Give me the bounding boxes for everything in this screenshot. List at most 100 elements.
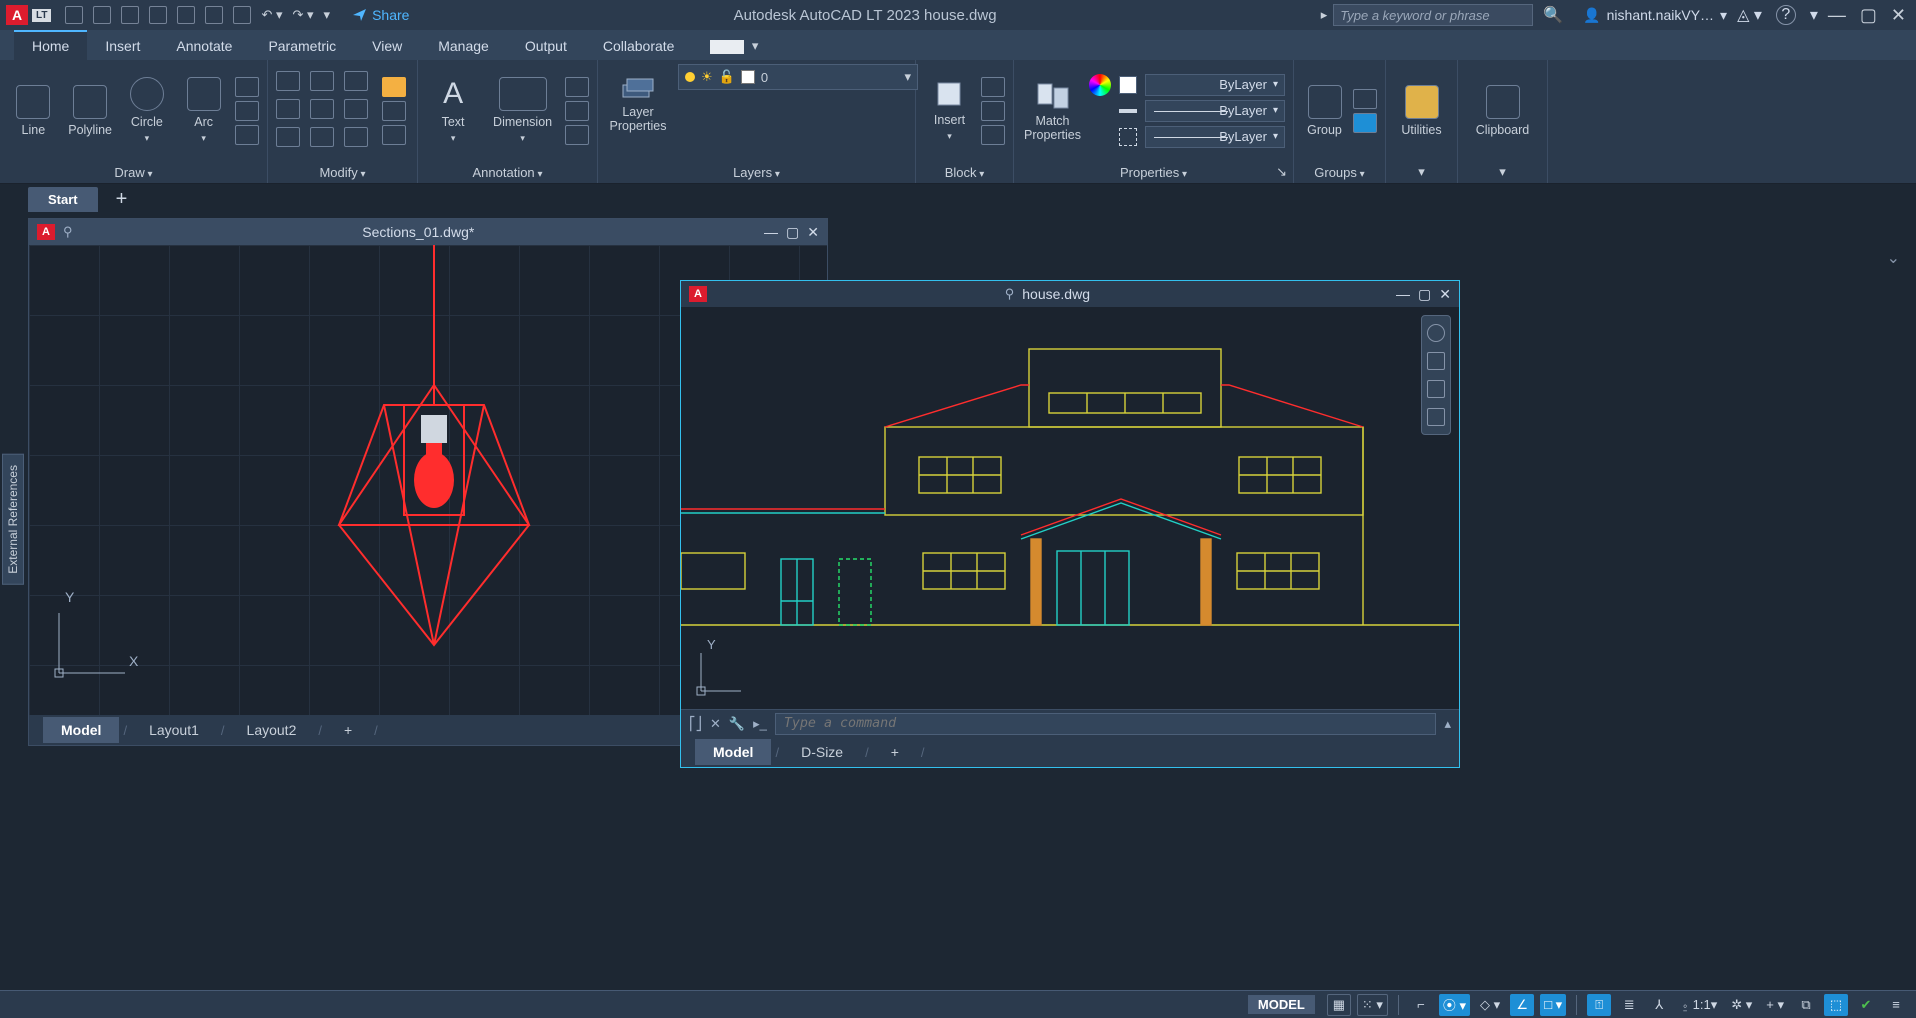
ungroup-icon[interactable] [1353, 89, 1377, 109]
draw-small-1[interactable] [235, 77, 259, 97]
minimize-button[interactable]: — [1828, 5, 1846, 26]
fillet-icon[interactable] [344, 99, 368, 119]
stretch-icon[interactable] [276, 127, 300, 147]
navbar-zoom-icon[interactable] [1427, 380, 1445, 398]
tab-output[interactable]: Output [507, 32, 585, 60]
block-attr-icon[interactable] [981, 125, 1005, 145]
doc1-tab-layout1[interactable]: Layout1 [131, 717, 217, 743]
new-file-tab-button[interactable]: + [116, 188, 128, 211]
panel-properties-launcher-icon[interactable]: ↘ [1276, 164, 1287, 180]
move-icon[interactable] [276, 71, 300, 91]
color-combo[interactable]: ByLayer [1145, 74, 1285, 96]
tab-insert[interactable]: Insert [87, 32, 158, 60]
ann-small-3[interactable] [565, 125, 589, 145]
layer-prev-icon[interactable] [716, 120, 744, 142]
doc2-maximize-button[interactable]: ▢ [1418, 286, 1431, 303]
copy-icon[interactable] [276, 99, 300, 119]
panel-modify-caption[interactable]: Modify [319, 165, 365, 180]
status-snap-icon[interactable]: ⁙ ▾ [1357, 994, 1388, 1016]
search-icon[interactable]: 🔍 [1543, 5, 1563, 25]
doc2-pin-icon[interactable]: ⚲ [715, 286, 1014, 302]
match-properties-button[interactable]: Match Properties [1022, 80, 1083, 142]
tab-annotate[interactable]: Annotate [158, 32, 250, 60]
layer-freeze-icon[interactable] [716, 94, 744, 116]
saveas-icon[interactable] [177, 6, 195, 24]
status-clean-icon[interactable]: ✔ [1854, 994, 1878, 1016]
layer-properties-button[interactable]: Layer Properties [606, 73, 670, 133]
status-add-icon[interactable]: + ▾ [1762, 994, 1788, 1016]
qat-dropdown-icon[interactable]: ▾ [324, 7, 331, 23]
layer-match-icon[interactable] [792, 94, 820, 116]
status-model-button[interactable]: MODEL [1248, 995, 1315, 1014]
status-scale-label[interactable]: ⍛ 1:1 ▾ [1677, 994, 1721, 1016]
layer-iso-icon[interactable] [678, 120, 706, 142]
doc2-canvas[interactable]: Y [681, 307, 1459, 709]
navbar-pan-icon[interactable] [1427, 352, 1445, 370]
search-arrow-icon[interactable]: ▸ [1321, 7, 1328, 23]
navbar-orbit-icon[interactable] [1427, 408, 1445, 426]
command-input[interactable] [775, 713, 1437, 735]
tab-parametric[interactable]: Parametric [250, 32, 354, 60]
block-create-icon[interactable] [981, 101, 1005, 121]
insert-block-button[interactable]: Insert▾ [924, 79, 975, 142]
tab-view[interactable]: View [354, 32, 420, 60]
array-icon[interactable] [344, 127, 368, 147]
explode-icon[interactable] [382, 101, 406, 121]
linetype-combo[interactable]: ByLayer [1145, 126, 1285, 148]
leader-icon[interactable] [565, 77, 589, 97]
doc2-add-layout-button[interactable]: + [873, 739, 917, 765]
doc1-tab-model[interactable]: Model [43, 717, 119, 743]
panel-clipboard-caption-drop[interactable]: ▾ [1499, 164, 1506, 180]
cmdline-customize-icon[interactable]: 🔧 [729, 716, 745, 732]
text-button[interactable]: AText▾ [426, 77, 480, 144]
status-menu-icon[interactable]: ≡ [1884, 994, 1908, 1016]
featured-apps-button[interactable] [710, 40, 744, 54]
panel-groups-caption[interactable]: Groups [1314, 165, 1364, 180]
circle-button[interactable]: Circle▾ [122, 77, 173, 144]
panel-block-caption[interactable]: Block [945, 165, 985, 180]
tab-home[interactable]: Home [14, 30, 87, 60]
user-menu[interactable]: 👤 nishant.naikVY…▾ [1583, 7, 1727, 24]
panel-draw-caption[interactable]: Draw [114, 165, 152, 180]
doc1-maximize-button[interactable]: ▢ [786, 224, 799, 241]
doc1-minimize-button[interactable]: — [764, 224, 778, 240]
doc2-tab-model[interactable]: Model [695, 739, 771, 765]
doc2-minimize-button[interactable]: — [1396, 286, 1410, 302]
panel-properties-caption[interactable]: Properties [1120, 165, 1187, 180]
share-button[interactable]: Share [352, 7, 409, 23]
current-layer-combo[interactable]: ☀ 🔓 0 ▾ [678, 64, 918, 90]
status-iso-icon[interactable]: ◇ ▾ [1476, 994, 1504, 1016]
autodesk-app-icon[interactable]: ◬ ▾ [1737, 5, 1762, 25]
search-input[interactable]: Type a keyword or phrase [1333, 4, 1533, 26]
table-icon[interactable] [565, 101, 589, 121]
new-icon[interactable] [65, 6, 83, 24]
trim-icon[interactable] [344, 71, 368, 91]
layer-lock-btn-icon[interactable] [754, 94, 782, 116]
scale-icon[interactable] [310, 127, 334, 147]
layer-state-icon[interactable] [754, 120, 782, 142]
saveall-icon[interactable] [149, 6, 167, 24]
clipboard-button[interactable]: Clipboard [1467, 85, 1539, 137]
mirror-icon[interactable] [310, 99, 334, 119]
start-tab[interactable]: Start [28, 187, 98, 212]
status-grid-icon[interactable]: ▦ [1327, 994, 1351, 1016]
layer-walk-icon[interactable] [792, 120, 820, 142]
print-icon[interactable] [233, 6, 251, 24]
arc-button[interactable]: Arc▾ [178, 77, 229, 144]
undo-icon[interactable]: ↶ ▾ [261, 7, 282, 23]
doc1-add-layout-button[interactable]: + [326, 717, 370, 743]
status-dyn-icon[interactable]: ⍐ [1587, 994, 1611, 1016]
panel-utilities-caption-drop[interactable]: ▾ [1418, 164, 1425, 180]
group-button[interactable]: Group [1302, 85, 1347, 137]
lineweight-combo[interactable]: ByLayer [1145, 100, 1285, 122]
block-edit-icon[interactable] [981, 77, 1005, 97]
doc2-close-button[interactable]: ✕ [1439, 286, 1451, 303]
doc1-tab-layout2[interactable]: Layout2 [229, 717, 315, 743]
open-icon[interactable] [93, 6, 111, 24]
status-osnap-icon[interactable]: ∠ [1510, 994, 1534, 1016]
erase-pencil-icon[interactable] [382, 77, 406, 97]
cmdline-history-icon[interactable]: ⎡⎦ [689, 716, 702, 732]
status-hardware-icon[interactable]: ⬚ [1824, 994, 1848, 1016]
utilities-button[interactable]: Utilities [1394, 85, 1449, 137]
offset-icon[interactable] [382, 125, 406, 145]
